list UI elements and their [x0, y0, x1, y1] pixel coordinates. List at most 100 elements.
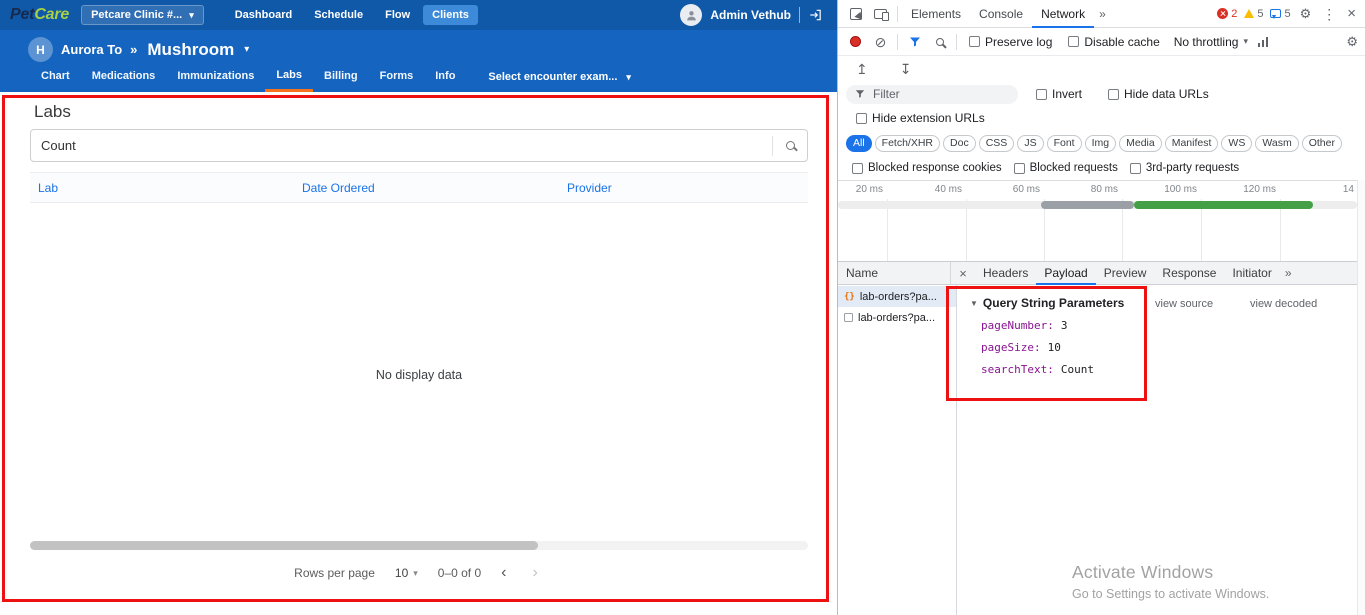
chip-manifest[interactable]: Manifest — [1164, 134, 1219, 152]
nav-dashboard[interactable]: Dashboard — [226, 5, 301, 25]
disable-cache-toggle[interactable]: Disable cache — [1068, 35, 1160, 49]
chip-fetch-xhr[interactable]: Fetch/XHR — [874, 134, 941, 152]
column-date-ordered[interactable]: Date Ordered — [302, 173, 375, 203]
clear-icon[interactable]: ⊘ — [868, 29, 893, 54]
import-har-icon[interactable]: ↥ — [850, 60, 874, 79]
error-badge[interactable]: 2 — [1217, 8, 1237, 20]
logout-icon[interactable] — [808, 8, 823, 22]
third-party-requests-toggle[interactable]: 3rd-party requests — [1129, 162, 1239, 174]
throttling-select[interactable]: No throttling ▾ — [1174, 35, 1248, 49]
tab-info[interactable]: Info — [424, 62, 466, 92]
chip-other[interactable]: Other — [1301, 134, 1342, 152]
third-party-requests-checkbox[interactable] — [1129, 162, 1141, 174]
chip-js[interactable]: JS — [1017, 134, 1044, 152]
request-row[interactable]: lab-orders?pa... — [838, 307, 956, 328]
nav-flow[interactable]: Flow — [376, 5, 419, 25]
encounter-selector-label: Select encounter exam... — [488, 71, 618, 83]
network-overview-timeline[interactable]: 20 ms 40 ms 60 ms 80 ms 100 ms 120 ms 14 — [838, 180, 1365, 262]
horizontal-scrollbar[interactable] — [30, 541, 808, 550]
chip-doc[interactable]: Doc — [943, 134, 976, 152]
inspect-element-button[interactable] — [843, 1, 868, 26]
hide-extension-urls-toggle[interactable]: Hide extension URLs — [856, 111, 985, 125]
chip-img[interactable]: Img — [1084, 134, 1117, 152]
network-conditions-icon[interactable] — [1257, 36, 1269, 47]
network-settings-gear-icon[interactable]: ⚙ — [1344, 35, 1360, 48]
query-string-parameters-section[interactable]: ▼ Query String Parameters — [970, 296, 1124, 310]
tab-medications[interactable]: Medications — [81, 62, 167, 92]
name-column-header[interactable]: Name — [838, 266, 950, 280]
tab-network[interactable]: Network — [1032, 0, 1094, 28]
tab-chart[interactable]: Chart — [30, 62, 81, 92]
hide-extension-urls-checkbox[interactable] — [856, 112, 867, 124]
close-detail-icon[interactable]: × — [951, 265, 975, 282]
detail-tab-payload[interactable]: Payload — [1036, 262, 1095, 285]
nav-schedule[interactable]: Schedule — [305, 5, 372, 25]
record-button[interactable] — [843, 29, 868, 54]
tab-billing[interactable]: Billing — [313, 62, 369, 92]
network-search-button[interactable] — [927, 29, 952, 54]
tab-forms[interactable]: Forms — [369, 62, 425, 92]
column-provider[interactable]: Provider — [567, 173, 612, 203]
request-type-filters: All Fetch/XHR Doc CSS JS Font Img Media … — [838, 130, 1365, 156]
network-toolbar: ⊘ Preserve log Disable cache No throttli… — [838, 28, 1365, 56]
param-name: pageNumber — [981, 319, 1054, 332]
previous-page-button[interactable]: ‹ — [495, 563, 512, 583]
filter-input[interactable] — [871, 86, 1009, 102]
patient-name[interactable]: Mushroom — [147, 40, 234, 60]
chip-css[interactable]: CSS — [978, 134, 1015, 152]
tab-immunizations[interactable]: Immunizations — [166, 62, 265, 92]
disable-cache-checkbox[interactable] — [1068, 36, 1080, 47]
blocked-requests-checkbox[interactable] — [1013, 162, 1025, 174]
issues-badge[interactable]: 5 — [1270, 8, 1291, 20]
clinic-selector[interactable]: Petcare Clinic #... ▾ — [81, 5, 204, 25]
labs-search-input[interactable] — [31, 138, 772, 153]
chip-all[interactable]: All — [846, 134, 872, 152]
next-page-button[interactable]: › — [526, 563, 543, 583]
device-toolbar-button[interactable] — [868, 1, 893, 26]
chip-ws[interactable]: WS — [1221, 134, 1253, 152]
timeline-segment-green[interactable] — [1134, 201, 1313, 209]
nav-clients[interactable]: Clients — [423, 5, 478, 25]
kebab-menu-icon[interactable]: ⋮ — [1320, 7, 1338, 21]
hide-data-urls-checkbox[interactable] — [1108, 88, 1120, 100]
blocked-response-cookies-toggle[interactable]: Blocked response cookies — [852, 162, 1002, 174]
settings-gear-icon[interactable]: ⚙ — [1298, 7, 1314, 20]
blocked-requests-toggle[interactable]: Blocked requests — [1013, 162, 1118, 174]
more-tabs-icon[interactable]: » — [1280, 266, 1297, 280]
encounter-selector[interactable]: Select encounter exam... ▾ — [488, 71, 631, 83]
horizontal-scrollbar-thumb[interactable] — [30, 541, 538, 550]
export-har-icon[interactable]: ↧ — [894, 60, 918, 79]
detail-tab-response[interactable]: Response — [1154, 262, 1224, 285]
preserve-log-checkbox[interactable] — [969, 36, 980, 47]
devtools-scrollbar-gutter[interactable] — [1357, 180, 1365, 615]
tab-labs[interactable]: Labs — [265, 62, 314, 92]
warning-badge[interactable]: 5 — [1244, 8, 1263, 20]
owner-name[interactable]: Aurora To — [61, 42, 122, 57]
invert-checkbox[interactable] — [1036, 88, 1047, 100]
record-icon — [850, 36, 861, 47]
detail-tab-headers[interactable]: Headers — [975, 262, 1036, 285]
user-name[interactable]: Admin Vethub — [710, 8, 791, 22]
close-devtools-icon[interactable]: × — [1345, 6, 1358, 21]
chip-wasm[interactable]: Wasm — [1255, 134, 1299, 152]
column-lab[interactable]: Lab — [38, 173, 58, 203]
timeline-segment-gray[interactable] — [1041, 201, 1134, 209]
tab-console[interactable]: Console — [970, 0, 1032, 28]
search-button[interactable] — [773, 130, 807, 161]
view-decoded-link[interactable]: view decoded — [1250, 298, 1317, 310]
blocked-response-cookies-checkbox[interactable] — [852, 162, 863, 174]
detail-tab-initiator[interactable]: Initiator — [1224, 262, 1279, 285]
chip-media[interactable]: Media — [1119, 134, 1162, 152]
rows-per-page-select[interactable]: 10 ▾ — [389, 565, 424, 581]
filter-toggle-button[interactable] — [902, 29, 927, 54]
preserve-log-toggle[interactable]: Preserve log — [969, 35, 1052, 49]
invert-toggle[interactable]: Invert — [1036, 87, 1082, 101]
more-tabs-icon[interactable]: » — [1094, 7, 1111, 21]
request-row[interactable]: {} lab-orders?pa... — [838, 286, 956, 307]
chevron-down-icon[interactable]: ▾ — [244, 44, 249, 55]
view-source-link[interactable]: view source — [1155, 298, 1213, 310]
detail-tab-preview[interactable]: Preview — [1096, 262, 1155, 285]
tab-elements[interactable]: Elements — [902, 0, 970, 28]
chip-font[interactable]: Font — [1046, 134, 1082, 152]
hide-data-urls-toggle[interactable]: Hide data URLs — [1108, 87, 1209, 101]
